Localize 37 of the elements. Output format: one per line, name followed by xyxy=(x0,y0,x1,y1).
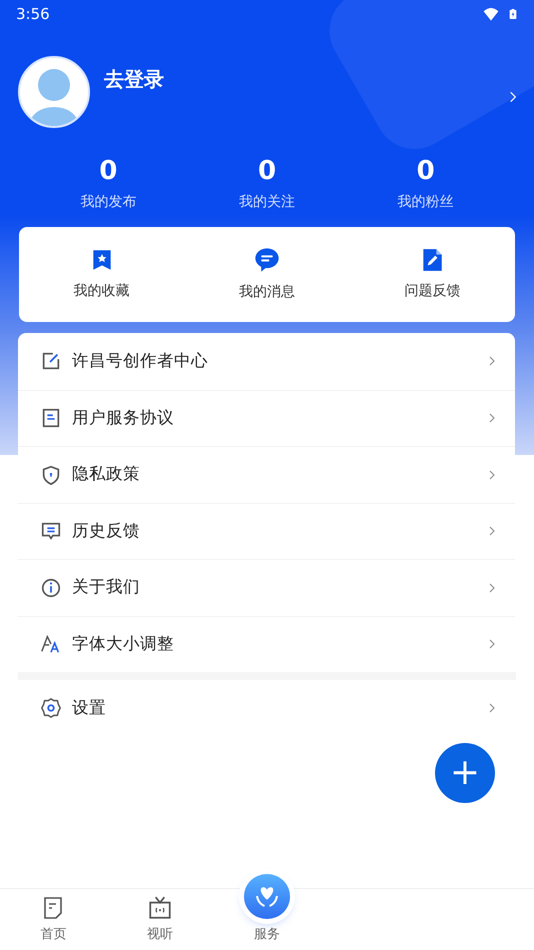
menu-item[interactable]: 许昌号创作者中心 xyxy=(18,333,515,390)
stat-label: 我的发布 xyxy=(79,193,138,212)
shortcut-label[interactable]: 我的收藏 xyxy=(74,281,130,302)
menu-item[interactable]: 用户服务协议 xyxy=(18,390,515,446)
menu-item[interactable]: 关于我们 xyxy=(18,559,515,616)
menu-label: 关于我们 xyxy=(72,576,141,598)
menu-item[interactable]: 设置 xyxy=(18,680,515,736)
document-icon xyxy=(40,407,62,430)
stat-count[interactable]: 0 xyxy=(188,156,346,186)
wifi-icon xyxy=(482,6,500,22)
login-link[interactable]: 去登录 xyxy=(104,64,506,94)
shortcut-label[interactable]: 我的消息 xyxy=(238,282,295,303)
info-icon xyxy=(40,576,62,599)
menu-label: 历史反馈 xyxy=(72,520,141,542)
shield-icon xyxy=(40,464,62,486)
menu-item[interactable]: 隐私政策 xyxy=(18,446,515,502)
menu-label: 隐私政策 xyxy=(72,463,141,486)
menu-label: 字体大小调整 xyxy=(72,632,175,655)
add-button[interactable]: + xyxy=(435,743,495,803)
status-time: 3:56 xyxy=(16,4,50,25)
comment-icon xyxy=(40,520,62,542)
stat-label: 我的关注 xyxy=(238,193,296,212)
nav-tab[interactable]: 视听 xyxy=(106,889,214,950)
stat-label: 我的粉丝 xyxy=(396,193,455,212)
nav-tab[interactable]: 服务 xyxy=(214,873,320,950)
menu-label: 用户服务协议 xyxy=(72,406,175,429)
stat-count[interactable]: 0 xyxy=(29,156,188,186)
message-icon xyxy=(252,246,281,274)
menu-label: 设置 xyxy=(72,696,107,719)
stat-count[interactable]: 0 xyxy=(346,156,506,186)
tv-icon xyxy=(147,894,174,920)
font-icon xyxy=(40,633,62,656)
shortcut-label[interactable]: 问题反馈 xyxy=(404,281,460,302)
menu-item[interactable]: 历史反馈 xyxy=(18,502,515,559)
menu-label: 许昌号创作者中心 xyxy=(72,350,209,372)
nav-tab[interactable]: 首页 xyxy=(0,889,107,950)
settings-icon xyxy=(40,697,62,720)
